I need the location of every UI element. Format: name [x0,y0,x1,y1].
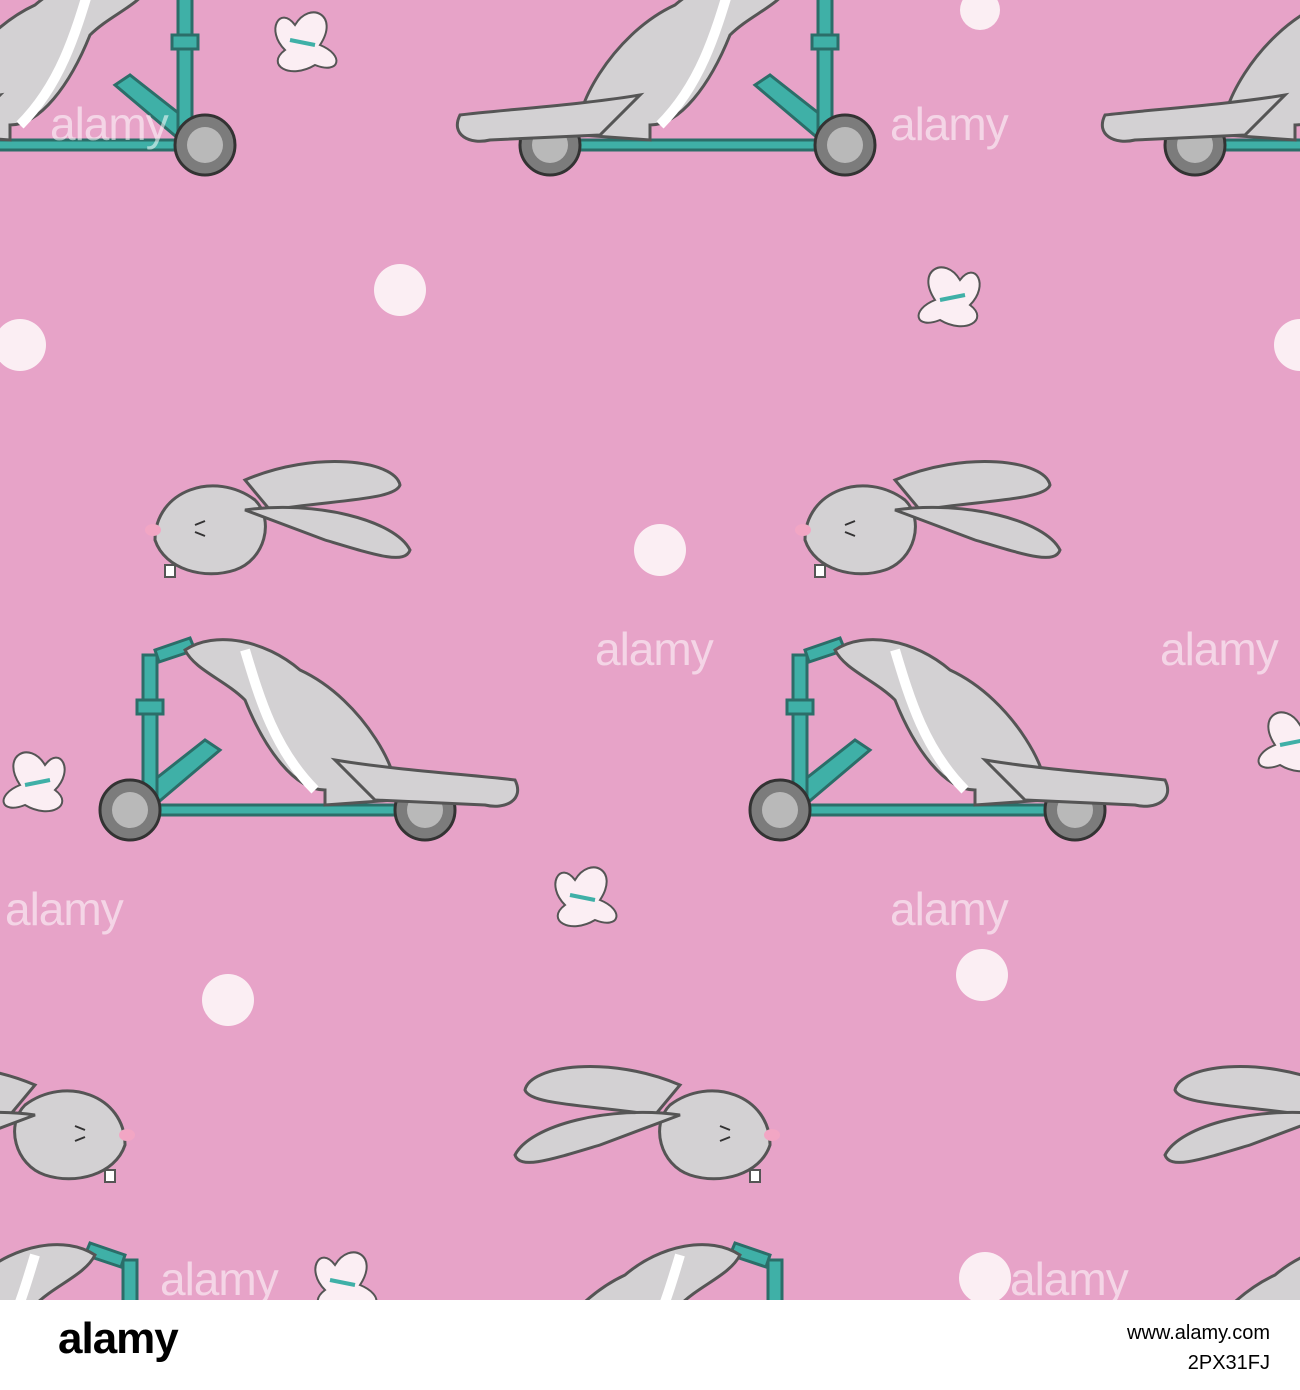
site-url[interactable]: www.alamy.com [1010,1322,1270,1345]
alamy-logo[interactable]: alamy [58,1314,179,1364]
image-id: 2PX31FJ [1187,1352,1270,1374]
watermark-text: alamy [890,883,1009,935]
watermark-text: alamy [595,623,714,675]
stock-image-page: alamy alamy alamy alamy alamy alamy alam… [0,0,1300,1390]
stock-footer: alamy 2PX31FJ www.alamy.com [0,1300,1300,1390]
watermark-text: alamy [890,98,1009,150]
watermark-text: alamy [160,1253,279,1300]
watermark-text: alamy [1010,1253,1129,1300]
watermark-text: alamy [50,98,169,150]
watermark-text: alamy [5,883,124,935]
watermark-text: alamy [1160,623,1279,675]
bunny-scooter-pattern: alamy alamy alamy alamy alamy alamy alam… [0,0,1300,1300]
